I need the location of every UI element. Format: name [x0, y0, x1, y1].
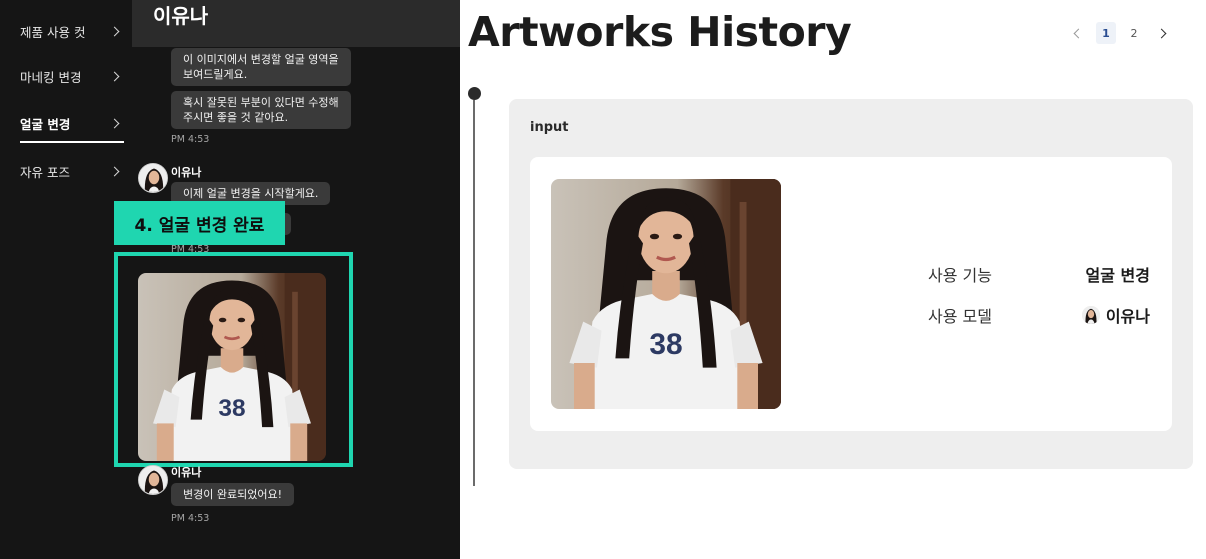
info-value-text: 얼굴 변경 — [1085, 266, 1150, 285]
sidebar-item-label: 제품 사용 컷 — [20, 24, 86, 40]
avatar[interactable] — [138, 465, 168, 495]
sidebar-item-product-cut[interactable]: 제품 사용 컷 — [20, 20, 124, 42]
sidebar-item-free-pose[interactable]: 자유 포즈 — [20, 160, 124, 182]
result-image[interactable]: 38 — [138, 273, 326, 461]
page-title: Artworks History — [468, 8, 852, 56]
chevron-right-icon — [1156, 28, 1167, 38]
model-avatar-icon — [1081, 306, 1100, 324]
chat-title: 이유나 — [153, 4, 209, 28]
prev-page-button[interactable] — [1066, 22, 1088, 44]
chat-app: 제품 사용 컷 마네킹 변경 얼굴 변경 자유 포즈 이유나 이 이미지에서 변… — [0, 0, 460, 559]
sidebar-item-mannequin-change[interactable]: 마네킹 변경 — [20, 65, 124, 87]
message-line: 보여드릴게요. — [183, 68, 248, 81]
page-button-1[interactable]: 1 — [1096, 22, 1116, 44]
avatar-image — [139, 466, 168, 495]
shirt-number: 38 — [649, 328, 682, 361]
sender-name: 이유나 — [171, 166, 202, 179]
info-value-text: 이유나 — [1105, 307, 1150, 326]
pagination: 1 2 — [1066, 22, 1174, 44]
chat-message: 변경이 완료되었어요! — [171, 483, 294, 506]
shirt-number: 38 — [218, 395, 245, 422]
sidebar-item-label: 자유 포즈 — [20, 164, 70, 180]
chevron-right-icon — [109, 166, 120, 176]
info-key-model: 사용 모델 — [928, 307, 992, 326]
chevron-right-icon — [109, 118, 120, 128]
chat-message: 혹시 잘못된 부분이 있다면 수정해 주시면 좋을 것 같아요. — [171, 91, 351, 129]
next-page-button[interactable] — [1152, 22, 1174, 44]
active-indicator — [20, 141, 124, 143]
chevron-left-icon — [1073, 28, 1084, 38]
sidebar-item-label: 마네킹 변경 — [20, 69, 82, 85]
portrait-image: 38 — [138, 273, 326, 461]
sidebar-item-label: 얼굴 변경 — [20, 116, 71, 132]
message-line: 혹시 잘못된 부분이 있다면 수정해 — [183, 96, 339, 109]
page-button-2[interactable]: 2 — [1124, 22, 1144, 44]
chevron-right-icon — [109, 71, 120, 81]
timeline-line — [473, 100, 475, 486]
info-value-model: 이유나 — [1081, 303, 1150, 327]
info-value-feature: 얼굴 변경 — [1086, 262, 1150, 286]
chat-header: 이유나 — [132, 0, 460, 47]
step-label: 4. 얼굴 변경 완료 — [114, 201, 285, 245]
avatar-image — [139, 164, 168, 193]
input-image[interactable]: 38 — [551, 179, 781, 409]
sidebar-item-face-change[interactable]: 얼굴 변경 — [20, 112, 124, 134]
message-time: PM 4:53 — [171, 134, 210, 145]
sender-name: 이유나 — [171, 466, 202, 479]
chevron-right-icon — [109, 26, 120, 36]
chat-message: 이 이미지에서 변경할 얼굴 영역을 보여드릴게요. — [171, 48, 351, 86]
message-line: 이 이미지에서 변경할 얼굴 영역을 — [183, 53, 339, 66]
portrait-image: 38 — [551, 179, 781, 409]
timeline-dot — [468, 87, 481, 100]
info-key-feature: 사용 기능 — [928, 266, 992, 285]
message-text: 이제 얼굴 변경을 시작할게요. — [183, 187, 319, 200]
message-line: 주시면 좋을 것 같아요. — [183, 111, 289, 124]
message-time: PM 4:53 — [171, 513, 210, 524]
message-text: 변경이 완료되었어요! — [183, 488, 282, 501]
card-label: input — [530, 120, 569, 135]
avatar[interactable] — [138, 163, 168, 193]
